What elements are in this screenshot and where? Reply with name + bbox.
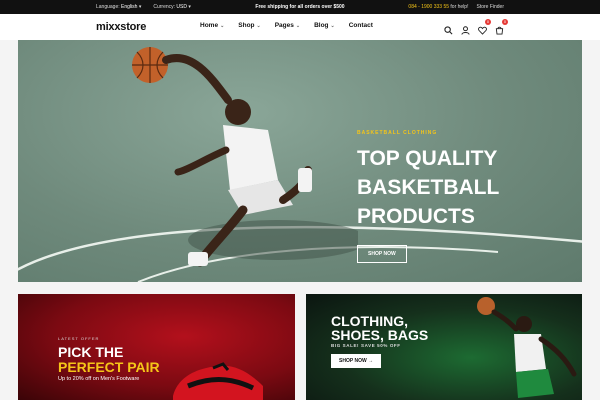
cart-icon[interactable]: 0 xyxy=(495,19,508,35)
hero-title: TOP QUALITY BASKETBALL PRODUCTS xyxy=(357,147,500,228)
promo-banner-footwear[interactable]: LATEST OFFER PICK THE PERFECT PAIR Up to… xyxy=(18,294,295,400)
chevron-down-icon: ⌄ xyxy=(295,22,301,29)
cart-count-badge: 0 xyxy=(502,19,508,25)
wishlist-count-badge: 0 xyxy=(485,19,491,25)
hero-banner[interactable]: BASKETBALL CLOTHING TOP QUALITY BASKETBA… xyxy=(18,40,582,282)
promo-shop-now-button[interactable]: SHOP NOW → xyxy=(331,354,382,368)
top-bar-right: 084 - 1900 333 55 for help! Store Finder xyxy=(408,4,504,10)
header-icons: 0 0 xyxy=(444,19,508,35)
nav-item-shop[interactable]: Shop ⌄ xyxy=(238,22,260,29)
main-nav: Home ⌄ Shop ⌄ Pages ⌄ Blog ⌄ Contact xyxy=(200,22,373,29)
promo-banner-clothing[interactable]: CLOTHING, SHOES, BAGS BIG SALE! SAVE 50%… xyxy=(306,294,582,400)
nav-item-home[interactable]: Home ⌄ xyxy=(200,22,224,29)
site-logo[interactable]: mixxstore xyxy=(96,21,146,33)
site-header: mixxstore Home ⌄ Shop ⌄ Pages ⌄ Blog ⌄ Conta… xyxy=(0,14,600,40)
arrow-right-icon: → xyxy=(368,358,374,364)
store-finder-link[interactable]: Store Finder xyxy=(476,4,504,10)
hero-text-block: BASKETBALL CLOTHING TOP QUALITY BASKETBA… xyxy=(357,130,557,263)
heart-icon[interactable]: 0 xyxy=(478,19,491,35)
user-icon[interactable] xyxy=(461,22,470,35)
top-bar: Language: English ▾ Currency: USD ▾ Free… xyxy=(0,0,600,14)
search-icon[interactable] xyxy=(444,22,453,35)
hero-eyebrow: BASKETBALL CLOTHING xyxy=(357,130,438,136)
sneaker-image xyxy=(173,362,263,400)
nav-item-pages[interactable]: Pages ⌄ xyxy=(275,22,300,29)
promo-title: PICK THE PERFECT PAIR xyxy=(58,344,160,375)
nav-item-contact[interactable]: Contact xyxy=(349,22,373,29)
promo-eyebrow: LATEST OFFER xyxy=(58,336,100,341)
hero-shop-now-button[interactable]: SHOP NOW xyxy=(357,245,407,263)
nav-item-blog[interactable]: Blog ⌄ xyxy=(314,22,335,29)
basketball-player-image xyxy=(477,297,577,398)
help-phone[interactable]: 084 - 1900 333 55 for help! xyxy=(408,4,468,10)
chevron-down-icon: ⌄ xyxy=(330,22,335,29)
shipping-notice: Free shipping for all orders over $500 xyxy=(255,4,345,10)
chevron-down-icon: ⌄ xyxy=(256,22,261,29)
basketball-player-image xyxy=(132,47,358,267)
promo-subtitle: Up to 20% off on Men's Footware xyxy=(58,376,140,382)
promo-title: CLOTHING, SHOES, BAGS xyxy=(331,313,429,343)
promo-subtitle: BIG SALE! SAVE 50% OFF xyxy=(331,343,401,348)
chevron-down-icon: ⌄ xyxy=(220,22,225,29)
